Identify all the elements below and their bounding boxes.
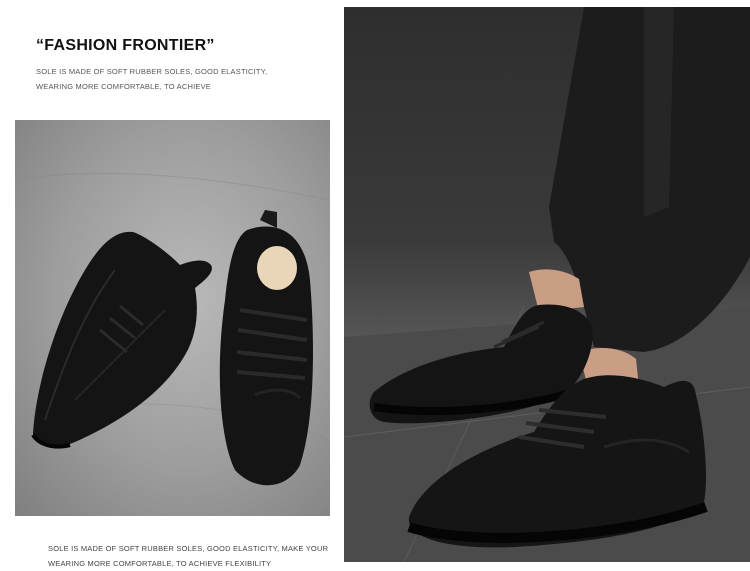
product-photo-worn bbox=[344, 7, 750, 562]
subtitle: SOLE IS MADE OF SOFT RUBBER SOLES, GOOD … bbox=[36, 64, 326, 94]
right-shoe-shape bbox=[219, 210, 313, 486]
bottom-caption: SOLE IS MADE OF SOFT RUBBER SOLES, GOOD … bbox=[48, 541, 348, 571]
headline: “FASHION FRONTIER” bbox=[36, 37, 215, 54]
worn-shoes-illustration bbox=[344, 7, 750, 562]
bottom-caption-line-1: SOLE IS MADE OF SOFT RUBBER SOLES, GOOD … bbox=[48, 544, 329, 553]
shoes-top-view-illustration bbox=[15, 172, 330, 486]
subtitle-line-1: SOLE IS MADE OF SOFT RUBBER SOLES, GOOD … bbox=[36, 67, 268, 76]
product-photo-top-view bbox=[15, 120, 330, 516]
subtitle-line-2: WEARING MORE COMFORTABLE, TO ACHIEVE bbox=[36, 82, 212, 91]
